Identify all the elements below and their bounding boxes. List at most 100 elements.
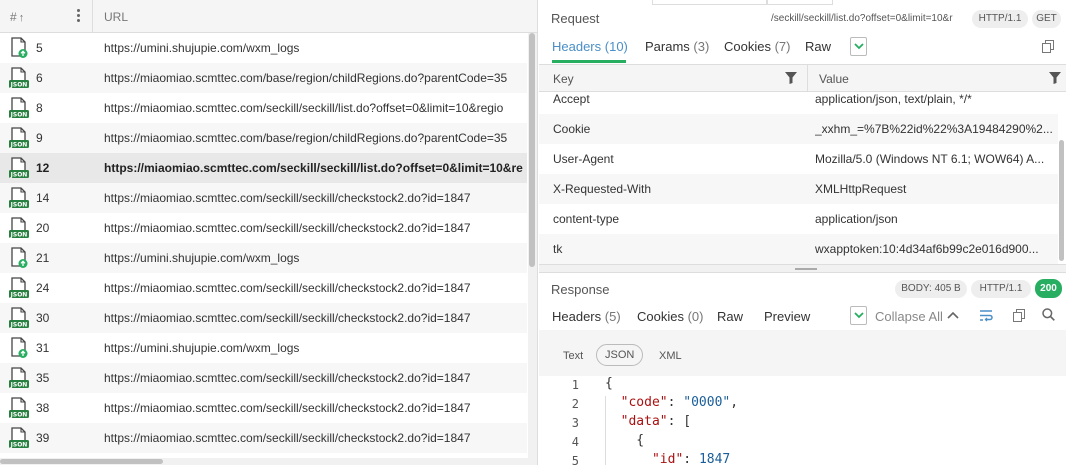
- json-value: 1847: [698, 452, 731, 465]
- request-header-bar: Request /seckill/seckill/list.do?offset=…: [539, 0, 1066, 34]
- table-row[interactable]: JSON 9 https://miaomiao.scmttec.com/base/r…: [0, 123, 527, 153]
- upload-doc-icon: [9, 37, 29, 59]
- header-key: User-Agent: [553, 152, 614, 166]
- tab-request-raw[interactable]: Raw: [805, 39, 831, 54]
- code-text: "data": [: [620, 414, 692, 429]
- header-row[interactable]: tk wxapptoken:10:4d34af6b99c2e016d900...: [539, 234, 1066, 264]
- format-json-button[interactable]: JSON: [596, 344, 644, 366]
- header-row[interactable]: Accept application/json, text/plain, */*: [539, 84, 1066, 114]
- table-row[interactable]: JSON 35 https://miaomiao.scmttec.com/secki…: [0, 363, 527, 393]
- svg-text:JSON: JSON: [10, 382, 28, 389]
- svg-text:JSON: JSON: [10, 172, 28, 179]
- column-options-icon[interactable]: [74, 8, 82, 24]
- tab-response-raw[interactable]: Raw: [717, 309, 743, 324]
- svg-text:JSON: JSON: [10, 82, 28, 89]
- tab-request-headers[interactable]: Headers (10): [552, 39, 628, 54]
- table-row[interactable]: JSON 38 https://miaomiao.scmttec.com/secki…: [0, 393, 527, 423]
- more-tabs-dropdown[interactable]: [850, 37, 867, 56]
- column-header-url[interactable]: URL: [104, 10, 128, 24]
- table-row[interactable]: JSON 39 https://miaomiao.scmttec.com/secki…: [0, 423, 527, 453]
- word-wrap-icon[interactable]: [979, 309, 993, 322]
- header-row[interactable]: content-type application/json: [539, 204, 1066, 234]
- indent-guide: [605, 396, 606, 465]
- table-row[interactable]: JSON 14 https://miaomiao.scmttec.com/secki…: [0, 183, 527, 213]
- header-row[interactable]: Cookie _xxhm_=%7B%22id%22%3A19484290%2...: [539, 114, 1066, 144]
- sort-ascending-icon: ↑: [18, 12, 25, 24]
- code-line: 3 "data": [: [539, 414, 1066, 433]
- response-body-viewer[interactable]: 1{2 "code": "0000", 3 "data": [4 {5 "id":…: [539, 376, 1066, 465]
- filter-icon[interactable]: [785, 72, 797, 84]
- json-key: "code": [620, 395, 668, 410]
- scrollbar-thumb[interactable]: [1059, 140, 1064, 261]
- svg-text:JSON: JSON: [10, 442, 28, 449]
- tab-request-cookies[interactable]: Cookies (7): [724, 39, 790, 54]
- table-row[interactable]: JSON 24 https://miaomiao.scmttec.com/secki…: [0, 273, 527, 303]
- table-row[interactable]: JSON 20 https://miaomiao.scmttec.com/secki…: [0, 213, 527, 243]
- header-value: application/json: [815, 212, 898, 226]
- top-tab-strip[interactable]: [767, 0, 833, 5]
- header-value: XMLHttpRequest: [815, 182, 907, 196]
- filter-icon[interactable]: [1049, 72, 1061, 84]
- code-text: {: [605, 433, 644, 448]
- request-list-vertical-scrollbar[interactable]: [528, 33, 537, 465]
- table-row[interactable]: JSON 30 https://miaomiao.scmttec.com/secki…: [0, 303, 527, 333]
- header-row[interactable]: User-Agent Mozilla/5.0 (Windows NT 6.1; W…: [539, 144, 1066, 174]
- request-title: Request: [551, 11, 600, 26]
- request-list-horizontal-scrollbar[interactable]: [0, 458, 528, 465]
- column-header-number[interactable]: # ↑: [10, 10, 24, 24]
- code-token: {: [605, 433, 645, 448]
- json-doc-icon: JSON: [9, 157, 29, 179]
- response-view-dropdown[interactable]: [850, 306, 867, 325]
- request-number: 24: [36, 281, 50, 295]
- header-value: application/json, text/plain, */*: [815, 92, 972, 106]
- active-tab-underline: [552, 60, 626, 63]
- table-row[interactable]: JSON 6 https://miaomiao.scmttec.com/base/r…: [0, 63, 527, 93]
- json-doc-icon: JSON: [9, 187, 29, 209]
- scrollbar-thumb[interactable]: [0, 459, 163, 464]
- top-tab-strip[interactable]: [652, 0, 767, 5]
- chevron-up-icon[interactable]: [947, 310, 959, 320]
- tab-response-cookies[interactable]: Cookies (0): [637, 309, 703, 324]
- tab-response-preview[interactable]: Preview: [764, 309, 810, 324]
- table-row[interactable]: 21 https://umini.shujupie.com/wxm_logs: [0, 243, 527, 273]
- header-key: content-type: [553, 212, 620, 226]
- code-text: {: [605, 376, 613, 391]
- svg-text:JSON: JSON: [10, 412, 28, 419]
- svg-text:JSON: JSON: [10, 322, 28, 329]
- header-row[interactable]: X-Requested-With XMLHttpRequest: [539, 174, 1066, 204]
- format-xml-button[interactable]: XML: [659, 350, 682, 362]
- pane-splitter[interactable]: [539, 264, 1066, 273]
- tab-request-params[interactable]: Params (3): [645, 39, 709, 54]
- request-url: https://miaomiao.scmttec.com/base/region…: [104, 131, 508, 145]
- table-row[interactable]: JSON 12 https://miaomiao.scmttec.com/secki…: [0, 153, 527, 183]
- request-url: https://miaomiao.scmttec.com/seckill/sec…: [104, 101, 504, 115]
- request-url: https://umini.shujupie.com/wxm_logs: [104, 41, 300, 55]
- upload-doc-icon: [9, 247, 29, 269]
- format-text-button[interactable]: Text: [563, 350, 583, 362]
- header-value: _xxhm_=%7B%22id%22%3A19484290%2...: [815, 122, 1053, 136]
- table-row[interactable]: 5 https://umini.shujupie.com/wxm_logs: [0, 33, 527, 63]
- svg-text:JSON: JSON: [10, 232, 28, 239]
- code-line: 2 "code": "0000",: [539, 395, 1066, 414]
- tab-response-headers[interactable]: Headers (5): [552, 309, 621, 324]
- search-icon[interactable]: [1042, 308, 1055, 321]
- request-list-header: # ↑ URL: [0, 0, 537, 33]
- headers-table-scrollbar[interactable]: [1058, 92, 1066, 264]
- request-url: https://umini.shujupie.com/wxm_logs: [104, 251, 300, 265]
- json-doc-icon: JSON: [9, 307, 29, 329]
- code-line: 1{: [539, 376, 1066, 395]
- splitter-grip[interactable]: [795, 268, 817, 270]
- copy-icon[interactable]: [1042, 40, 1054, 53]
- table-row[interactable]: JSON 8 https://miaomiao.scmttec.com/seckil…: [0, 93, 527, 123]
- request-method-badge: GET: [1032, 10, 1061, 28]
- table-row[interactable]: 31 https://umini.shujupie.com/wxm_logs: [0, 333, 527, 363]
- collapse-all-button[interactable]: Collapse All: [875, 309, 943, 324]
- scrollbar-thumb[interactable]: [529, 33, 535, 267]
- json-doc-icon: JSON: [9, 67, 29, 89]
- copy-icon[interactable]: [1013, 309, 1025, 322]
- json-doc-icon: JSON: [9, 97, 29, 119]
- request-protocol-badge: HTTP/1.1: [972, 10, 1028, 28]
- svg-text:JSON: JSON: [10, 112, 28, 119]
- response-tabs: Headers (5) Cookies (0) Raw Preview Coll…: [539, 302, 1066, 330]
- code-line: 5 "id": 1847: [539, 452, 1066, 465]
